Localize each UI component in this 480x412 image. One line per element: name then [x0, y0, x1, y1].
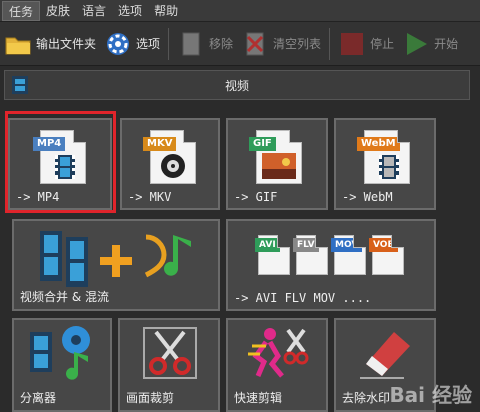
video-section-header[interactable]: 视频 [4, 70, 470, 100]
tile-label: 视频合并 & 混流 [20, 290, 109, 304]
tile-label: -> GIF [234, 190, 278, 204]
avi-file-icon: AVI [255, 235, 290, 275]
mov-file-icon: MOV [331, 235, 366, 275]
menu-bar: 任务 皮肤 语言 选项 帮助 [0, 0, 480, 22]
tile-label: 去除水印 [342, 391, 391, 405]
remove-file-icon [177, 30, 205, 58]
convert-webm-tile[interactable]: WebM -> WebM [334, 118, 436, 210]
splitter-tile[interactable]: 分离器 [12, 318, 112, 412]
menu-task[interactable]: 任务 [2, 0, 41, 21]
options-button[interactable]: 选项 [100, 24, 164, 64]
crop-tile[interactable]: 画面裁剪 [118, 318, 220, 412]
flv-badge: FLV [293, 238, 319, 252]
clear-list-button[interactable]: 清空列表 [237, 24, 325, 64]
tile-label: 分离器 [20, 391, 57, 405]
merge-music-icon [40, 231, 191, 287]
eraser-icon [360, 332, 410, 379]
vob-file-icon: VOB [369, 235, 404, 275]
tile-label: 画面裁剪 [126, 391, 175, 405]
tile-label: -> MKV [128, 190, 172, 204]
scissors-icon [143, 327, 197, 379]
avi-badge: AVI [255, 238, 280, 252]
site-watermark: Bai 经验 [389, 383, 472, 407]
tile-label: -> AVI FLV MOV .... [234, 291, 372, 305]
gif-badge: GIF [249, 137, 276, 151]
menu-options[interactable]: 选项 [112, 1, 148, 21]
quick-cut-tile[interactable]: 快速剪辑 [226, 318, 328, 412]
output-folder-button[interactable]: 输出文件夹 [0, 24, 100, 64]
start-label: 开始 [434, 37, 459, 51]
mkv-file-icon: MKV [143, 130, 196, 184]
start-button[interactable]: 开始 [398, 24, 462, 64]
options-label: 选项 [136, 37, 161, 51]
mov-badge: MOV [331, 238, 363, 252]
remove-button[interactable]: 移除 [173, 24, 237, 64]
film-icon [9, 74, 31, 96]
section-title: 视频 [224, 78, 249, 93]
flv-file-icon: FLV [293, 235, 328, 275]
remove-label: 移除 [209, 37, 234, 51]
toolbar: 输出文件夹 选项 移除 清空列表 停止 开始 [0, 22, 480, 66]
stop-button[interactable]: 停止 [334, 24, 398, 64]
tile-label: 快速剪辑 [234, 391, 283, 405]
merge-mux-tile[interactable]: 视频合并 & 混流 [12, 219, 220, 311]
convert-multi-format-tile[interactable]: AVI FLV MOV VOB -> AVI FLV MOV .... [226, 219, 436, 311]
tile-label: -> WebM [342, 190, 393, 204]
gif-file-icon: GIF [249, 130, 302, 184]
quick-cut-icon [248, 328, 309, 378]
mkv-badge: MKV [143, 137, 177, 151]
convert-gif-tile[interactable]: GIF -> GIF [226, 118, 328, 210]
stop-label: 停止 [370, 37, 395, 51]
mp4-file-icon: MP4 [33, 130, 86, 184]
clear-list-icon [241, 30, 269, 58]
mp4-badge: MP4 [33, 137, 66, 151]
splitter-icon [30, 326, 90, 380]
vob-badge: VOB [369, 238, 399, 252]
output-folder-label: 输出文件夹 [36, 37, 97, 51]
webm-file-icon: WebM [357, 130, 410, 184]
multi-format-icons: AVI FLV MOV VOB [255, 229, 408, 279]
clear-list-label: 清空列表 [273, 37, 322, 51]
menu-skin[interactable]: 皮肤 [40, 1, 76, 21]
menu-help[interactable]: 帮助 [148, 1, 184, 21]
tile-label: -> MP4 [16, 190, 60, 204]
gear-icon [104, 30, 132, 58]
convert-mkv-tile[interactable]: MKV -> MKV [120, 118, 220, 210]
play-icon [402, 30, 430, 58]
stop-icon [338, 30, 366, 58]
toolbar-divider [168, 27, 170, 60]
folder-icon [4, 30, 32, 58]
webm-badge: WebM [357, 137, 400, 151]
menu-language[interactable]: 语言 [76, 1, 112, 21]
convert-mp4-tile[interactable]: MP4 -> MP4 [8, 118, 112, 210]
toolbar-divider [329, 27, 331, 60]
